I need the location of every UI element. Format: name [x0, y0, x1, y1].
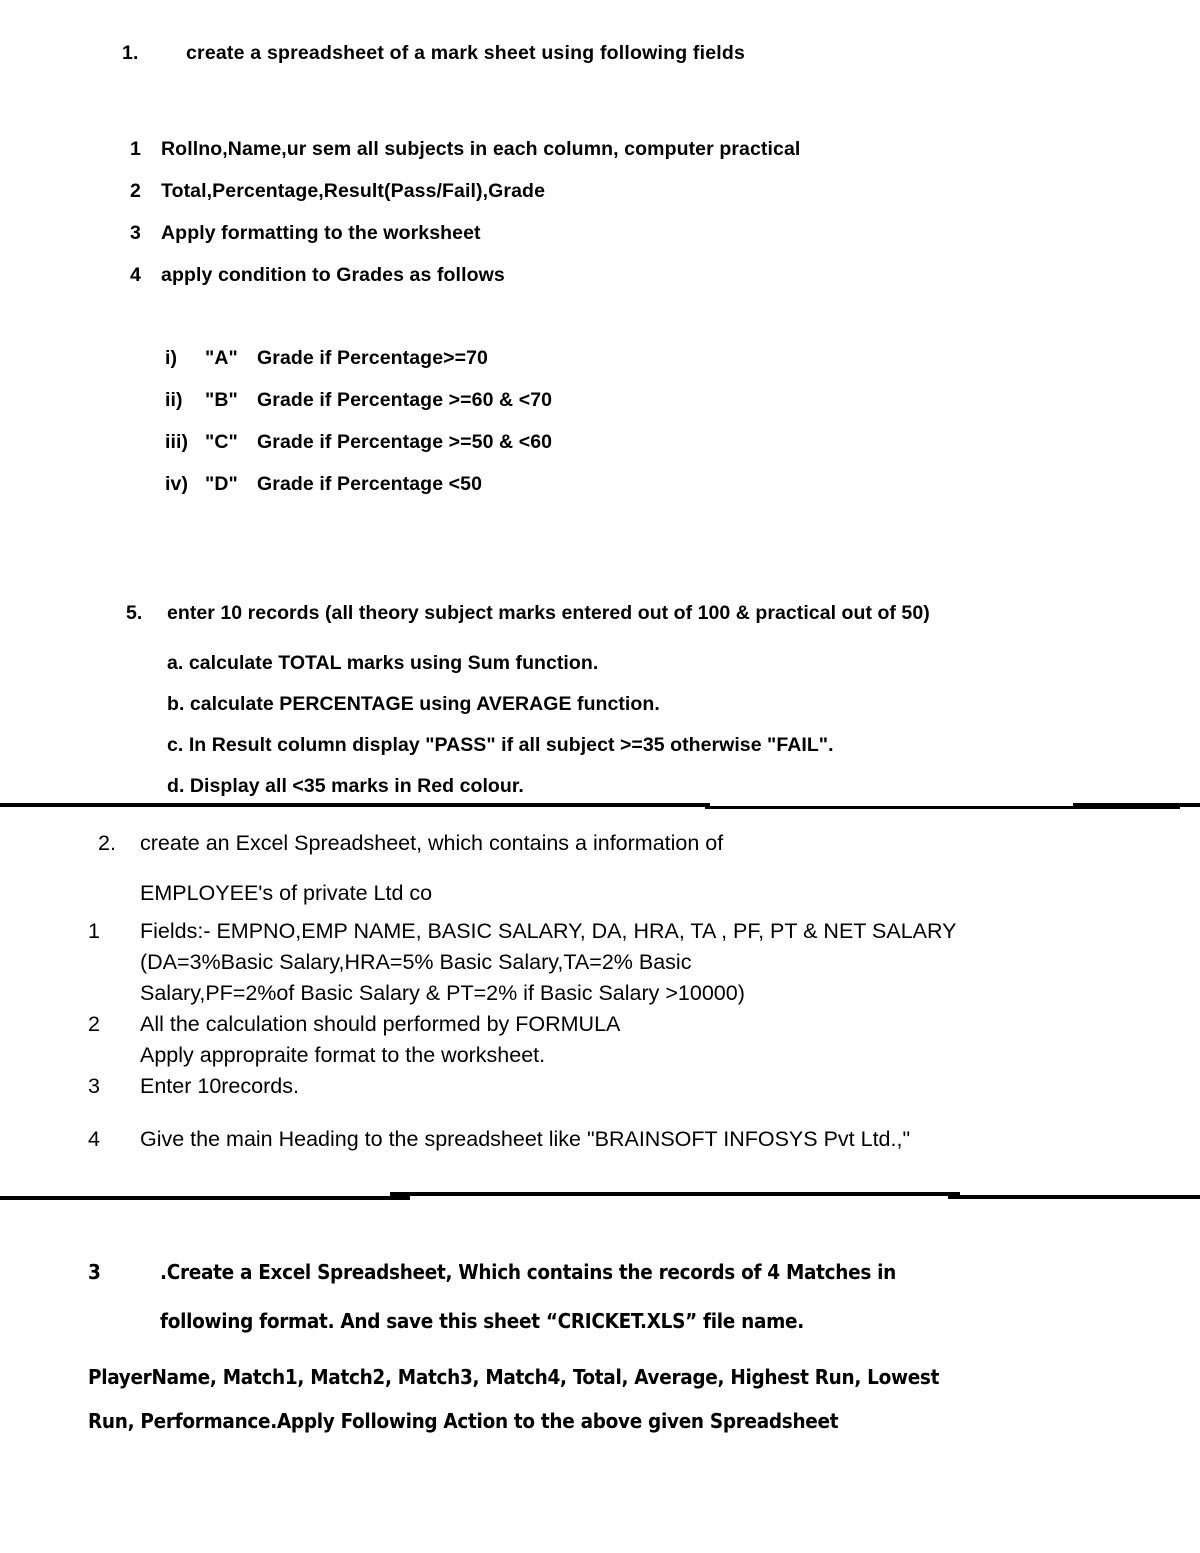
list-item-marker: 1 [88, 919, 100, 943]
section3-paragraph-line: PlayerName, Match1, Match2, Match3, Matc… [88, 1365, 940, 1389]
list-item-body: All the calculation should performed by … [140, 1009, 620, 1071]
list-item: 4 Give the main Heading to the spreadshe… [88, 1124, 1198, 1155]
list-item-line: All the calculation should performed by … [140, 1012, 621, 1036]
section3-heading: 3 .Create a Excel Spreadsheet, Which con… [88, 1260, 1138, 1342]
grade-letter: "B" [205, 389, 238, 411]
list-item: iii) "C" Grade if Percentage >=50 & <60 [165, 431, 1065, 473]
list-item: 4 apply condition to Grades as follows [130, 264, 1130, 306]
list-item-label: Total,Percentage,Result(Pass/Fail),Grade [161, 180, 546, 202]
section-divider-2-mid [390, 1192, 960, 1196]
list-item-line: Give the main Heading to the spreadsheet… [140, 1127, 911, 1151]
list-item: 1 Rollno,Name,ur sem all subjects in eac… [130, 138, 1130, 180]
list-item-marker: 4 [88, 1127, 100, 1151]
section3-paragraph-line: Run, Performance.Apply Following Action … [88, 1409, 839, 1433]
list-item: 3 Apply formatting to the worksheet [130, 222, 1130, 264]
document-page: 1. create a spreadsheet of a mark sheet u… [0, 0, 1200, 1553]
list-item: ii) "B" Grade if Percentage >=60 & <70 [165, 389, 1065, 431]
list-item-body: Give the main Heading to the spreadsheet… [140, 1124, 910, 1155]
section-divider-2-left [0, 1196, 410, 1200]
section2-number: 2. [98, 831, 116, 855]
list-item-marker: 3 [88, 1074, 100, 1098]
list-item-line: (DA=3%Basic Salary,HRA=5% Basic Salary,T… [140, 950, 692, 974]
list-item-body: Enter 10records. [140, 1071, 299, 1102]
section1-grade-conditions: i) "A" Grade if Percentage>=70 ii) "B" G… [165, 347, 1065, 515]
list-item: d. Display all <35 marks in Red colour. [167, 775, 524, 797]
grade-letter: "C" [205, 431, 238, 453]
list-item: 1 Fields:- EMPNO,EMP NAME, BASIC SALARY,… [88, 916, 1198, 1009]
section-divider-1-right-tail [1073, 803, 1200, 807]
section1-item5: 5. enter 10 records (all theory subject … [126, 602, 1146, 807]
section1-title-text: create a spreadsheet of a mark sheet usi… [186, 42, 746, 64]
item5-text: enter 10 records (all theory subject mar… [167, 602, 930, 624]
list-item-line: Apply appropraite format to the workshee… [140, 1043, 546, 1067]
section3-line1: .Create a Excel Spreadsheet, Which conta… [160, 1260, 896, 1284]
list-item-marker: 3 [130, 222, 141, 244]
section-divider-1-left [0, 803, 710, 807]
item5-heading: 5. enter 10 records (all theory subject … [126, 602, 1146, 643]
section1-number: 1. [122, 42, 139, 64]
section3-heading-row: 3 .Create a Excel Spreadsheet, Which con… [88, 1260, 1138, 1301]
grade-condition-text: Grade if Percentage>=70 [257, 347, 489, 369]
list-item: c. In Result column display "PASS" if al… [167, 734, 834, 756]
grade-roman-marker: iii) [165, 431, 189, 453]
grade-roman-marker: i) [165, 347, 178, 369]
grade-condition-text: Grade if Percentage >=60 & <70 [257, 389, 553, 411]
grade-roman-marker: ii) [165, 389, 183, 411]
list-item: 2 Total,Percentage,Result(Pass/Fail),Gra… [130, 180, 1130, 222]
section3-number: 3 [88, 1260, 101, 1284]
list-item-marker: 4 [130, 264, 141, 286]
section3-line2: following format. And save this sheet “C… [160, 1309, 804, 1333]
list-item-line: Salary,PF=2%of Basic Salary & PT=2% if B… [140, 981, 745, 1005]
list-item-label: Rollno,Name,ur sem all subjects in each … [161, 138, 801, 160]
grade-letter: "A" [205, 347, 238, 369]
section2-title-text: create an Excel Spreadsheet, which conta… [140, 831, 724, 855]
grade-letter: "D" [205, 473, 238, 495]
section2-item-list: 1 Fields:- EMPNO,EMP NAME, BASIC SALARY,… [88, 916, 1198, 1155]
section3-paragraph: PlayerName, Match1, Match2, Match3, Matc… [88, 1355, 1108, 1443]
section-divider-2-right [948, 1195, 1200, 1199]
list-item: 2 All the calculation should performed b… [88, 1009, 1198, 1071]
item5-number: 5. [126, 602, 143, 624]
list-item: iv) "D" Grade if Percentage <50 [165, 473, 1065, 515]
section1-field-list: 1 Rollno,Name,ur sem all subjects in eac… [130, 138, 1130, 306]
grade-condition-text: Grade if Percentage >=50 & <60 [257, 431, 553, 453]
section2-heading: 2. create an Excel Spreadsheet, which con… [98, 831, 723, 856]
list-item-marker: 1 [130, 138, 141, 160]
list-item-line: Enter 10records. [140, 1074, 299, 1098]
list-item-marker: 2 [88, 1012, 100, 1036]
list-item-label: apply condition to Grades as follows [161, 264, 505, 286]
grade-roman-marker: iv) [165, 473, 189, 495]
list-item-marker: 2 [130, 180, 141, 202]
list-item: i) "A" Grade if Percentage>=70 [165, 347, 1065, 389]
list-item: 3 Enter 10records. [88, 1071, 1198, 1102]
list-item: b. calculate PERCENTAGE using AVERAGE fu… [167, 693, 660, 715]
list-item: a. calculate TOTAL marks using Sum funct… [167, 652, 599, 674]
section1-heading: 1. create a spreadsheet of a mark sheet u… [122, 42, 745, 65]
list-item-label: Apply formatting to the worksheet [161, 222, 481, 244]
list-item-body: Fields:- EMPNO,EMP NAME, BASIC SALARY, D… [140, 916, 956, 1009]
section2-subtitle: EMPLOYEE's of private Ltd co [140, 881, 433, 905]
list-item-line: Fields:- EMPNO,EMP NAME, BASIC SALARY, D… [140, 919, 957, 943]
grade-condition-text: Grade if Percentage <50 [257, 473, 483, 495]
